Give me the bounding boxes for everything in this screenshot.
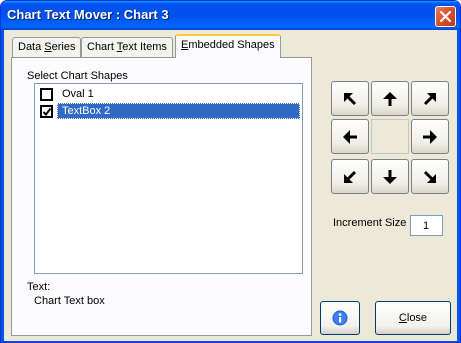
arrow-up-icon	[383, 91, 397, 106]
checkbox-oval-1[interactable]	[40, 87, 53, 101]
close-button[interactable]: Close	[375, 301, 451, 335]
shapes-listbox[interactable]: Oval 1 TextBox 2	[34, 83, 303, 274]
tab-embedded-shapes[interactable]: Embedded Shapes	[175, 34, 281, 58]
arrow-down-icon	[383, 169, 397, 184]
text-label: Text:	[27, 281, 51, 293]
checkbox-textbox-2[interactable]	[40, 104, 53, 118]
move-up-button[interactable]	[371, 81, 409, 116]
increment-size-label: Increment Size	[333, 217, 407, 229]
arrow-left-icon	[343, 129, 357, 144]
window-frame-right	[457, 30, 460, 342]
list-item-oval-1[interactable]: Oval 1	[37, 86, 300, 102]
move-down-left-button[interactable]	[331, 159, 369, 194]
checkmark-icon	[42, 107, 52, 116]
move-down-button[interactable]	[371, 159, 409, 194]
info-button[interactable]	[320, 301, 360, 335]
arrow-pad-center	[371, 119, 409, 154]
arrow-down-left-icon	[343, 170, 357, 183]
list-item-label: Oval 1	[62, 88, 94, 100]
title-bar[interactable]: Chart Text Mover : Chart 3	[1, 1, 460, 30]
tab-data-series[interactable]: Data Series	[12, 37, 82, 57]
move-left-button[interactable]	[331, 119, 369, 154]
tab-chart-text-items[interactable]: Chart Text Items	[81, 37, 173, 57]
increment-size-input[interactable]: 1	[410, 215, 443, 236]
dialog-window: Chart Text Mover : Chart 3 Data Series C…	[0, 0, 461, 343]
move-down-right-button[interactable]	[411, 159, 449, 194]
close-icon	[440, 11, 451, 22]
arrow-down-right-icon	[423, 170, 437, 183]
arrow-up-right-icon	[423, 92, 437, 105]
embedded-shapes-panel: Select Chart Shapes Oval 1 TextBox 2 Tex…	[11, 57, 312, 336]
window-close-button[interactable]	[435, 6, 456, 27]
list-item-textbox-2[interactable]: TextBox 2	[37, 103, 300, 119]
move-up-left-button[interactable]	[331, 81, 369, 116]
info-icon	[332, 310, 348, 326]
window-title: Chart Text Mover : Chart 3	[7, 7, 169, 22]
arrow-up-left-icon	[343, 92, 357, 105]
move-right-button[interactable]	[411, 119, 449, 154]
window-frame-left	[1, 30, 4, 342]
move-up-right-button[interactable]	[411, 81, 449, 116]
text-value: Chart Text box	[34, 295, 105, 307]
arrow-right-icon	[423, 129, 437, 144]
select-shapes-label: Select Chart Shapes	[27, 70, 128, 82]
list-item-label: TextBox 2	[57, 103, 300, 119]
